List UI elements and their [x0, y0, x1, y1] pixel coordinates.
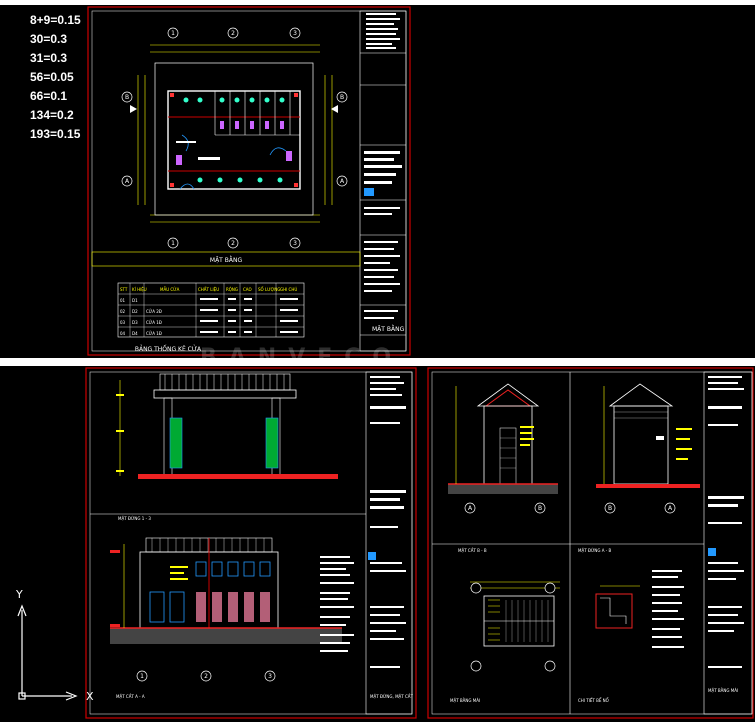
stalls-top [214, 91, 300, 136]
view-title: MẶT ĐỨNG 1 - 3 [118, 516, 151, 521]
view-title: MẶT BẰNG MÁI [450, 698, 480, 703]
door-schedule-table: STT KÍ HIỆU MẪU CỬA CHẤT LIỆU RỘNG CAO S… [117, 282, 305, 338]
svg-text:3: 3 [293, 240, 297, 247]
detail-drawing [595, 570, 684, 648]
building-walls [167, 90, 301, 190]
section-a-a: 1 2 3 [110, 537, 354, 682]
table-header: CAO [243, 287, 252, 292]
svg-text:2: 2 [231, 30, 235, 37]
bottom-drawing-panel[interactable]: MẶT ĐỨNG, MẶT CẮT MẶT ĐỨNG 1 - 3 1 2 3 M… [0, 366, 755, 722]
sheet-name: MẶT BẰNG [372, 325, 405, 333]
svg-text:2: 2 [231, 240, 235, 247]
svg-text:1: 1 [140, 673, 144, 680]
view-title: MẶT CẮT A - A [116, 694, 145, 699]
title-block-text-bars [364, 13, 402, 319]
floor-plan-svg: MẶT BẰNG 1 2 3 1 2 3 B A B A MẶT BẰNG ST… [87, 6, 411, 356]
svg-text:3: 3 [293, 30, 297, 37]
table-cell: CỬA 1Đ [146, 331, 162, 336]
table-cell: 02 [120, 309, 126, 314]
view-title: MẶT ĐỨNG A - B [578, 548, 612, 553]
table-cell: D4 [132, 331, 138, 336]
table-cell: CỬA 2Đ [146, 309, 162, 314]
ucs-icon [17, 604, 78, 701]
table-header: GHI CHÚ [280, 287, 297, 292]
table-header: MẪU CỬA [160, 287, 180, 292]
table-header: STT [120, 287, 128, 292]
elevations-svg: MẶT ĐỨNG, MẶT CẮT MẶT ĐỨNG 1 - 3 1 2 3 M… [15, 367, 754, 719]
dimension-lines [137, 44, 333, 223]
right-title-block [703, 371, 753, 715]
svg-text:1: 1 [171, 240, 175, 247]
elevation-a-b: B A [596, 383, 700, 514]
fixtures-red [170, 93, 298, 187]
ucs-x-label: X [86, 690, 94, 703]
plan-room-label [176, 141, 196, 143]
right-sheet-name: MẶT BẰNG MÁI [708, 688, 738, 693]
table-cell: CỬA 1Đ [146, 320, 162, 325]
left-sheet-name: MẶT ĐỨNG, MẶT CẮT [370, 694, 414, 699]
left-sheet-frame [85, 367, 417, 719]
watermark: BANVECO [200, 345, 404, 358]
view-title: MẶT CẮT B - B [458, 548, 487, 553]
logo-mark [364, 188, 374, 196]
table-cell: 03 [120, 320, 126, 325]
ucs-y-label: Y [15, 588, 23, 601]
svg-text:1: 1 [171, 30, 175, 37]
door-swings [179, 134, 287, 190]
table-cell: D2 [132, 309, 138, 314]
table-header: SỐ LƯỢNG [258, 287, 280, 292]
svg-text:B: B [608, 505, 612, 512]
svg-text:2: 2 [204, 673, 208, 680]
table-cell: 04 [120, 331, 126, 336]
section-arrow [130, 105, 137, 113]
table-cell: 01 [120, 298, 126, 303]
table-cell: D1 [132, 298, 138, 303]
table-title: BẢNG THỐNG KÊ CỬA [135, 345, 202, 353]
grid-bubble-labels: 1 2 3 1 2 3 B A B A [125, 30, 345, 247]
roof-plan [470, 581, 560, 672]
view-title: CHI TIẾT BỂ NỔ [578, 697, 609, 703]
table-header: CHẤT LIỆU [198, 287, 219, 292]
section-b-b: A B [448, 383, 558, 514]
elevation-1-3 [116, 373, 338, 479]
svg-text:B: B [340, 94, 344, 101]
svg-text:B: B [538, 505, 542, 512]
site-boundary [154, 62, 314, 216]
table-cell: D3 [132, 320, 138, 325]
table-header: RỘNG [226, 287, 238, 292]
table-header: KÍ HIỆU [132, 287, 147, 292]
svg-text:3: 3 [268, 673, 272, 680]
svg-text:B: B [125, 94, 129, 101]
plan-room-label [198, 157, 220, 160]
top-drawing-panel[interactable]: 8+9=0.15 30=0.3 31=0.3 56=0.05 66=0.1 13… [0, 5, 755, 358]
plan-title: MẶT BẰNG [210, 256, 243, 264]
fixtures-green [183, 97, 285, 183]
